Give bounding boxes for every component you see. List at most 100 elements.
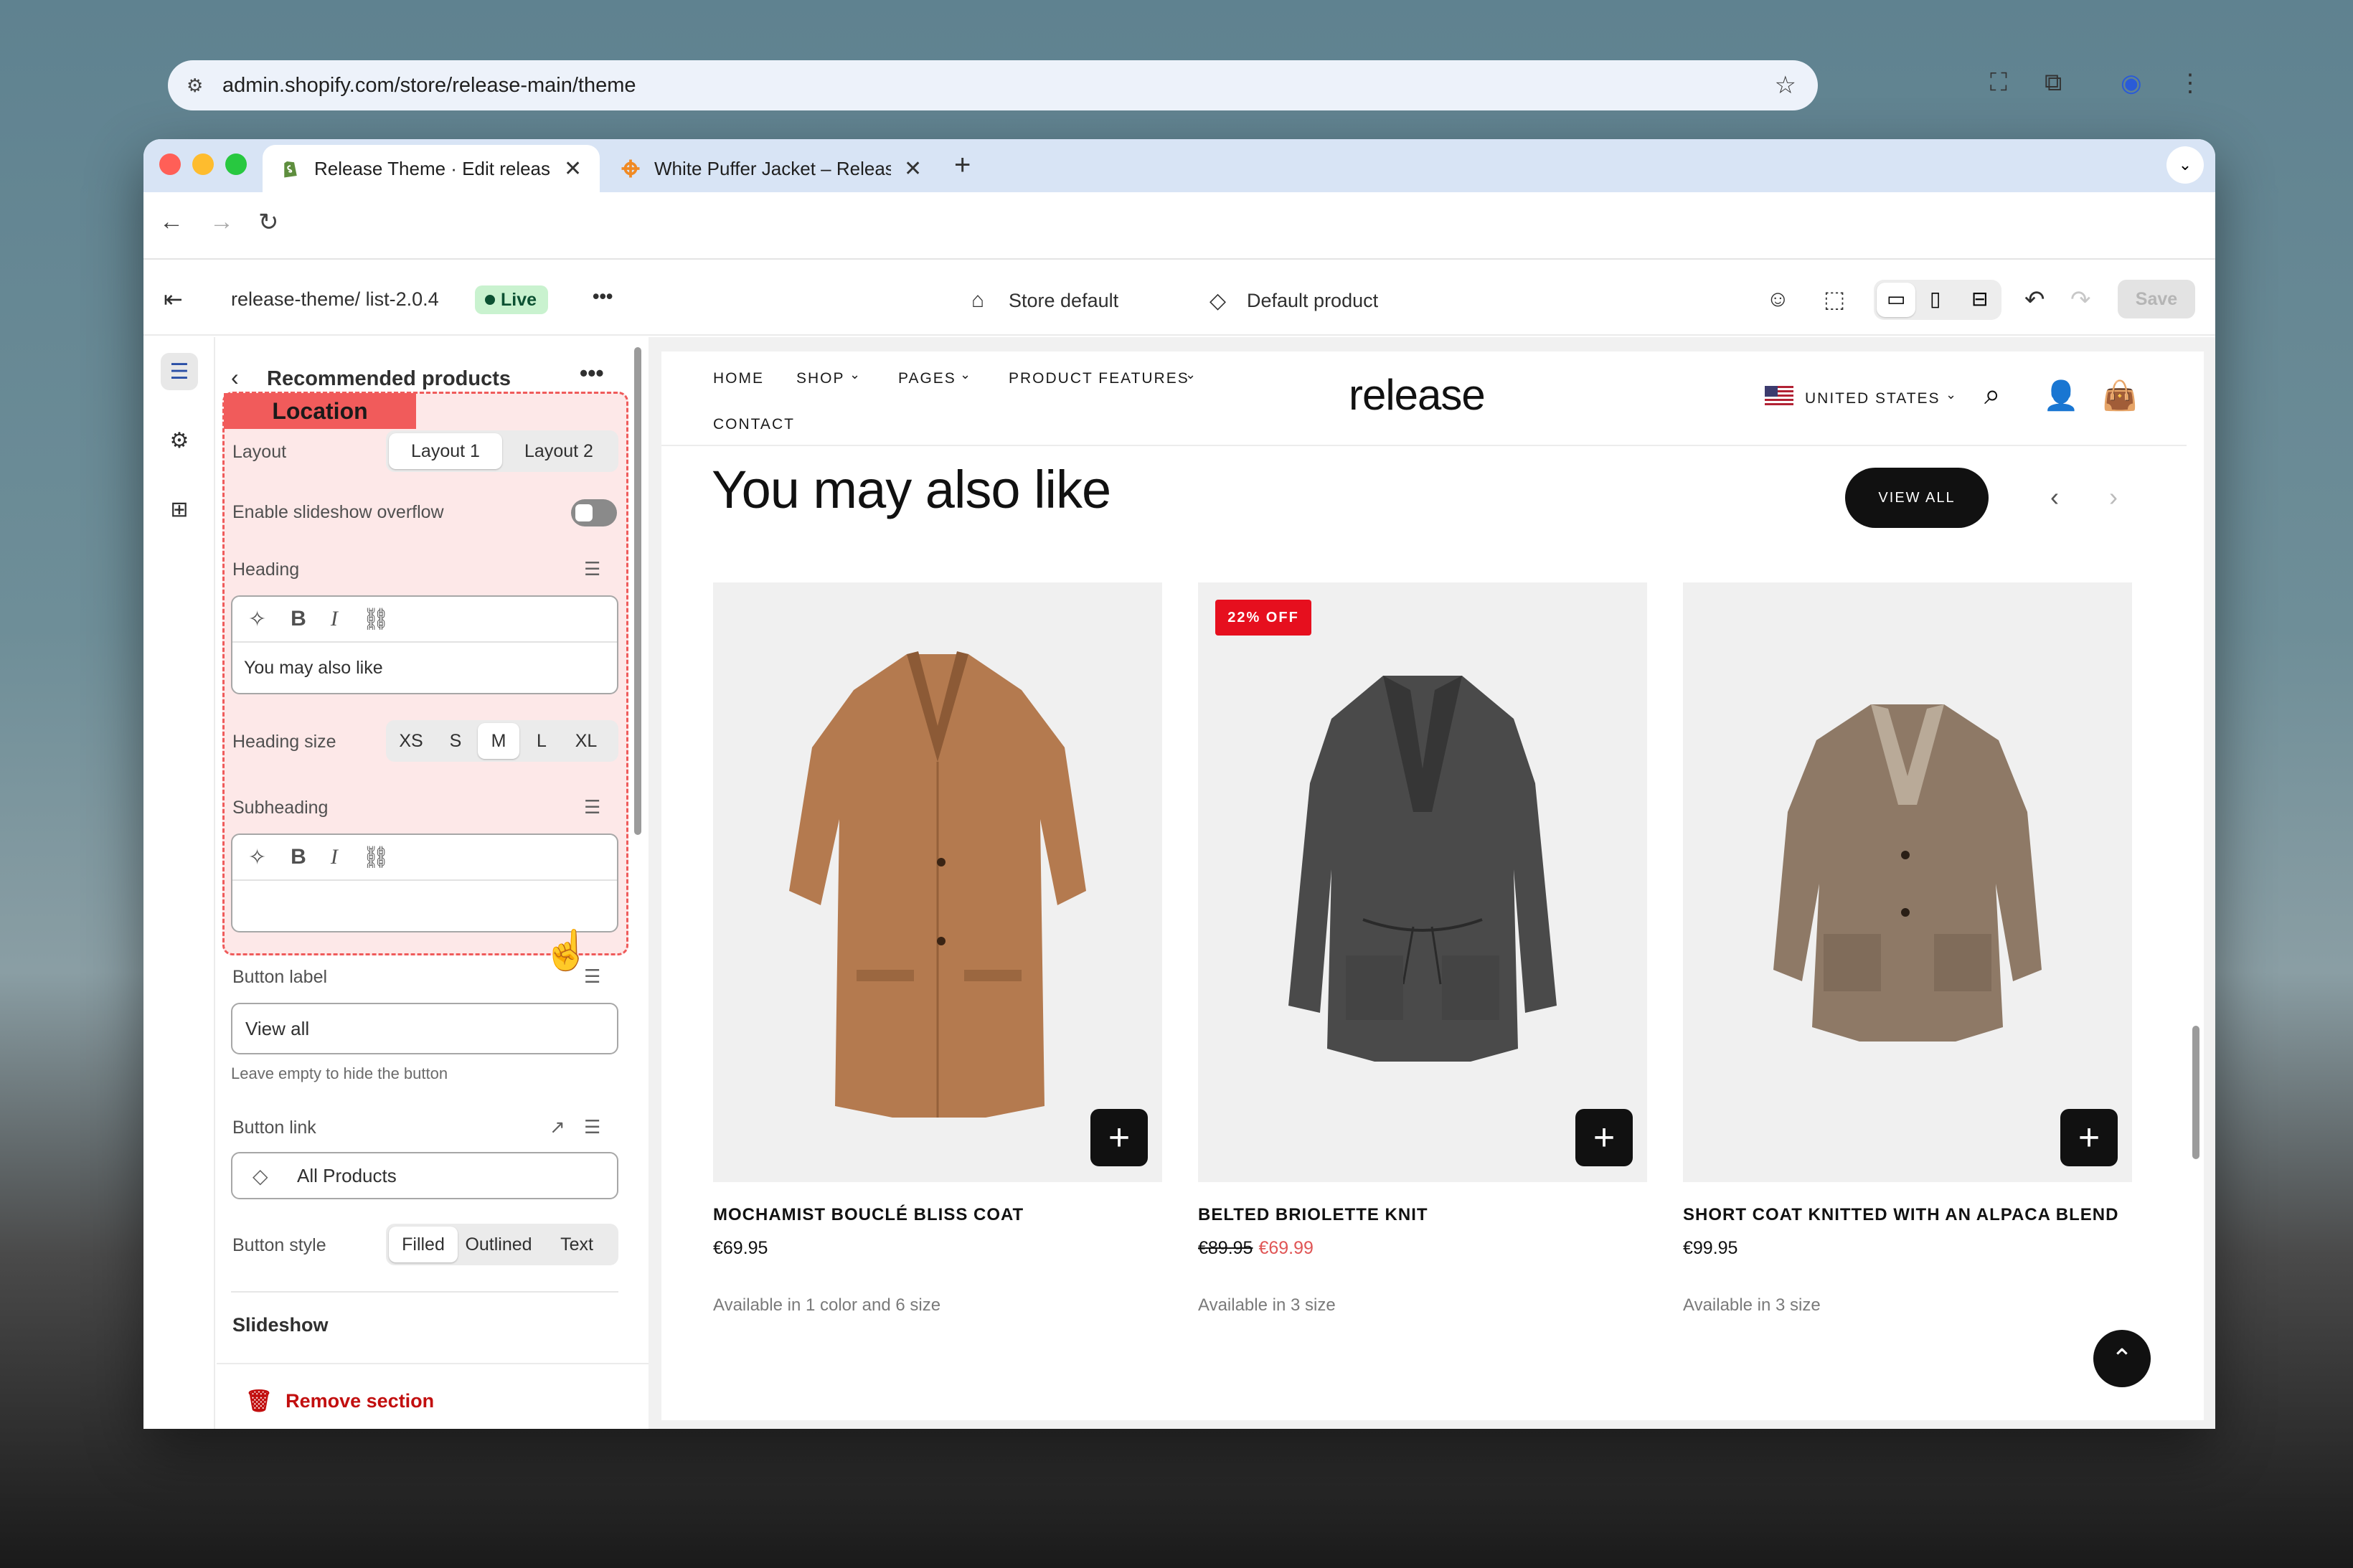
mobile-icon[interactable]: ▯ [1930,287,1941,311]
grey-knit-image [1288,676,1557,1062]
ai-sparkle-icon[interactable]: ✧ [248,607,266,632]
nav-home[interactable]: HOME [713,370,764,387]
external-link-icon[interactable]: ↗ [550,1116,565,1138]
screen-capture-icon[interactable]: ⛶ [1990,69,2007,97]
bold-icon[interactable]: B [291,607,306,631]
dynamic-source-icon[interactable]: ☰ [584,965,600,988]
button-style-option[interactable]: Text [539,1227,614,1262]
quick-add-button[interactable]: + [1090,1109,1148,1166]
heading-size-option[interactable]: XL [564,723,608,759]
product-image[interactable] [1198,582,1647,1182]
dynamic-source-icon[interactable]: ☰ [584,558,600,580]
reload-icon[interactable]: ↻ [258,208,279,237]
profile-icon[interactable]: ◉ [2121,69,2142,98]
more-actions-button[interactable]: ••• [593,285,613,308]
ai-assistant-icon[interactable]: ☺ [1766,285,1790,312]
inspector-icon[interactable]: ⬚ [1824,285,1845,313]
layout-option[interactable]: Layout 1 [389,433,502,469]
back-icon[interactable]: ← [159,208,184,236]
back-chevron-icon[interactable]: ‹ [231,364,239,391]
ai-sparkle-icon[interactable]: ✧ [248,845,266,870]
button-style-option[interactable]: Outlined [458,1227,539,1262]
button-style-option[interactable]: Filled [389,1227,458,1262]
store-selector[interactable]: Store default [1009,290,1118,312]
link-icon[interactable]: ⛓ [362,845,390,870]
quick-add-button[interactable]: + [2060,1109,2118,1166]
heading-input[interactable]: You may also like [232,643,617,693]
back-to-top-button[interactable]: ⌃ [2093,1330,2151,1387]
product-price: €89.95 €69.99 [1198,1238,1314,1259]
shopify-icon [284,161,297,178]
account-icon[interactable]: 👤 [2043,379,2079,412]
button-link-input[interactable]: ◇ All Products [231,1152,618,1199]
extensions-icon[interactable]: ⧉ [2045,69,2062,97]
slideshow-overflow-toggle[interactable] [571,499,617,526]
nav-product-features[interactable]: PRODUCT FEATURES [1009,370,1189,387]
undo-icon[interactable]: ↶ [2024,285,2045,314]
remove-section-button[interactable]: 🗑 Remove section [245,1389,434,1414]
store-logo[interactable]: release [1349,370,1486,420]
subheading-input[interactable] [232,881,617,931]
dynamic-source-icon[interactable]: ☰ [584,1116,600,1138]
tab-search-chevron-icon[interactable]: ⌄ [2166,146,2204,184]
italic-icon[interactable]: I [331,607,338,631]
country-selector[interactable]: UNITED STATES [1805,390,1941,407]
nav-shop[interactable]: SHOP [796,370,845,387]
product-image[interactable] [713,582,1162,1182]
slideshow-heading: Slideshow [232,1314,329,1336]
heading-size-option[interactable]: M [478,723,519,759]
minimize-window-button[interactable] [192,154,214,175]
forward-icon[interactable]: → [209,208,234,236]
link-icon[interactable]: ⛓ [362,607,390,632]
tag-icon: ◇ [1209,289,1227,313]
nav-pages[interactable]: PAGES [898,370,956,387]
browser-menu-icon[interactable]: ⋮ [2178,69,2202,98]
sections-icon[interactable]: ☰ [161,353,198,390]
dynamic-source-icon[interactable]: ☰ [584,796,600,818]
apps-icon[interactable]: ⊞ [161,491,198,528]
exit-icon[interactable]: ⇤ [164,285,183,313]
quick-add-button[interactable]: + [1575,1109,1633,1166]
heading-size-option[interactable]: S [433,723,478,759]
preview-scrollbar[interactable] [2192,1026,2199,1159]
product-name[interactable]: BELTED BRIOLETTE KNIT [1198,1205,1428,1225]
section-more-button[interactable]: ••• [580,360,604,387]
tab-white-puffer-jacket[interactable]: White Puffer Jacket – Release ✕ [603,145,940,192]
layout-option[interactable]: Layout 2 [502,433,616,469]
search-icon[interactable]: ⌕ [1984,379,2000,411]
fullscreen-icon[interactable]: ⊟ [1971,287,1988,311]
italic-icon[interactable]: I [331,845,338,869]
settings-gear-icon[interactable]: ⚙ [161,422,198,459]
close-window-button[interactable] [159,154,181,175]
redo-icon[interactable]: ↷ [2070,285,2091,314]
heading-size-option[interactable]: L [519,723,564,759]
panel-scrollbar[interactable] [634,347,641,835]
close-icon[interactable]: ✕ [904,156,922,181]
bookmark-star-icon[interactable]: ☆ [1775,71,1796,100]
heading-size-option[interactable]: XS [389,723,433,759]
old-price: €89.95 [1198,1238,1253,1258]
heading-editor: ✧ B I ⛓ You may also like [231,595,618,694]
product-name[interactable]: MOCHAMIST BOUCLÉ BLISS COAT [713,1205,1024,1225]
remove-section-label: Remove section [286,1390,435,1412]
cart-icon[interactable]: 👜 [2102,379,2138,412]
carousel-next-icon[interactable]: › [2109,482,2118,512]
view-all-button[interactable]: VIEW ALL [1845,468,1989,528]
new-tab-button[interactable]: + [954,149,971,181]
product-selector[interactable]: Default product [1247,290,1378,312]
product-name[interactable]: SHORT COAT KNITTED WITH AN ALPACA BLEND [1683,1205,2118,1225]
close-icon[interactable]: ✕ [564,156,582,181]
product-image[interactable] [1683,582,2132,1182]
desktop-icon: ▭ [1887,288,1906,310]
tab-release-theme[interactable]: Release Theme · Edit release theme/ list… [263,145,600,192]
bold-icon[interactable]: B [291,845,306,869]
nav-contact[interactable]: CONTACT [713,416,795,433]
heading-size-segmented: XS S M L XL [386,720,618,762]
save-button[interactable]: Save [2118,280,2195,318]
product-availability: Available in 3 size [1198,1295,1336,1315]
url-field[interactable]: ⚙ admin.shopify.com/store/release-main/t… [168,60,1818,110]
site-settings-icon[interactable]: ⚙ [187,75,203,97]
carousel-prev-icon[interactable]: ‹ [2050,482,2059,512]
button-label-input[interactable]: View all [231,1003,618,1054]
maximize-window-button[interactable] [225,154,247,175]
